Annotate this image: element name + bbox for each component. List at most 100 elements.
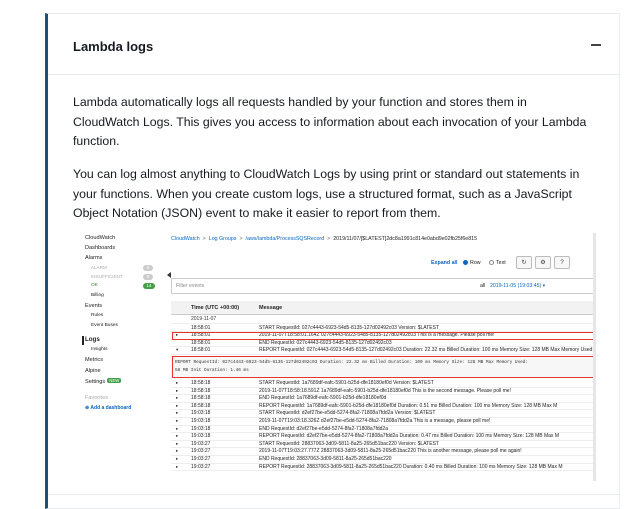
- row-caret-icon: ▸: [176, 448, 179, 454]
- row-caret-icon: ▸: [176, 402, 179, 408]
- row-time: 19:03:18: [191, 425, 211, 432]
- text-radio-dot: [489, 260, 494, 265]
- row-message: 2019-11-07T18:58:18.591Z 1a7689df-eafc-5…: [259, 387, 511, 394]
- row-time: 19:03:18: [191, 433, 211, 440]
- console-sidebar: CloudWatch Dashboards Alarms ALARM 0 INS…: [81, 233, 161, 481]
- row-caret-icon: ▸: [176, 456, 179, 461]
- row-message: START RequestId: d2ef27be-e5dd-5274-8fa2…: [259, 410, 436, 417]
- nav-metrics: Metrics: [85, 357, 104, 363]
- filter-all-label: all: [480, 283, 486, 289]
- row-message: REPORT RequestId: 28837063-3d09-5811-8a2…: [259, 463, 563, 470]
- row-caret-icon: ▸: [176, 387, 179, 393]
- date-row: 2019-11-07: [171, 316, 596, 324]
- nav-billing: Billing: [91, 293, 104, 298]
- nav-events: Events: [85, 303, 103, 309]
- row-message: REPORT RequestId: 1a7689df-eafc-5901-b25…: [259, 402, 558, 409]
- row-message: 2019-11-07T19:03:18.326Z d2ef27be-e5dd-5…: [259, 418, 491, 424]
- text-radio-label: Text: [496, 260, 506, 266]
- row-time: 19:03:27: [191, 456, 211, 462]
- row-caret-icon: ▸: [176, 395, 179, 401]
- nav-insufficient: INSUFFICIENT: [91, 274, 123, 279]
- expand-all-link: Expand all: [431, 260, 458, 266]
- table-row: ▸ 18:58:18 END RequestId: 1a7689df-eafc-59…: [171, 395, 596, 403]
- row-time: 18:58:01: [191, 324, 211, 331]
- row-radio: Row: [463, 260, 481, 266]
- table-row: ▸ 19:03:18 REPORT RequestId: d2ef27be-e5dd…: [171, 433, 596, 441]
- table-row: ▸ 19:03:18 START RequestId: d2ef27be-e5dd-…: [171, 410, 596, 418]
- row-message: START RequestId: 027c4443-6923-54d5-8135…: [259, 324, 440, 331]
- row-caret-icon: ▸: [176, 425, 179, 431]
- row-message: END RequestId: 1a7689df-eafc-5901-b25d-d…: [259, 395, 387, 402]
- nav-event-buses: Event Buses: [91, 323, 118, 328]
- row-message: START RequestId: 28837063-3d09-5811-8a25…: [259, 440, 439, 447]
- console-main: CloudWatch > Log Groups >/aws/lambda/Proces…: [171, 233, 596, 481]
- row-time: 19:03:27: [191, 463, 211, 470]
- filter-events-placeholder: Filter events: [176, 283, 205, 289]
- active-nav-indicator: [82, 336, 84, 345]
- gear-icon: ⚙: [535, 256, 551, 269]
- filter-date-selector: 2019-11-05 (19:03:45) ▾: [490, 283, 546, 289]
- collapse-icon[interactable]: [591, 44, 601, 46]
- bottom-divider: [48, 494, 619, 495]
- table-row: ▸ 18:58:18 START RequestId: 1a7689df-eafc-…: [171, 380, 596, 388]
- crumb-log-groups: Log Groups: [208, 236, 237, 242]
- row-caret-icon: ▸: [176, 433, 179, 439]
- nav-cloudwatch: CloudWatch: [85, 235, 116, 241]
- cloudwatch-console-screenshot: CloudWatch Dashboards Alarms ALARM 0 INS…: [81, 233, 596, 481]
- nav-settings: Settings NEW: [85, 378, 122, 385]
- alarm-count-badge: 0: [143, 265, 153, 271]
- row-time: 19:03:18: [191, 418, 211, 424]
- nav-dashboards: Dashboards: [85, 245, 116, 251]
- detail-highlight-box: [172, 356, 595, 378]
- lambda-logs-card: Lambda logs Lambda automatically logs al…: [45, 13, 620, 509]
- row-caret-icon: ▸: [176, 440, 179, 446]
- row-radio-label: Row: [470, 260, 481, 266]
- nav-favorites: Favorites: [85, 395, 109, 401]
- row-time: 19:03:27: [191, 448, 211, 455]
- row-message: END RequestId: 28837063-3d09-5811-8a25-2…: [259, 456, 392, 462]
- row-time: 18:58:01: [191, 347, 211, 354]
- nav-add-dashboard: ⊕ Add a dashboard: [85, 405, 132, 411]
- row-caret-icon: ▸: [176, 463, 179, 469]
- console-toolbar: Expand all Row Text ↻ ⚙ ?: [171, 255, 596, 273]
- console-breadcrumb: CloudWatch > Log Groups >/aws/lambda/Proces…: [171, 236, 478, 242]
- row-caret-icon: ▸: [176, 418, 179, 423]
- nav-alarms: Alarms: [85, 255, 103, 261]
- row-time: 18:58:18: [191, 387, 211, 394]
- refresh-icon: ↻: [516, 256, 532, 269]
- row-time: 18:58:18: [191, 402, 211, 409]
- row-caret-icon: ▸: [176, 380, 179, 385]
- row-time: 18:58:18: [191, 380, 211, 386]
- table-row: ▾ 18:58:01 REPORT RequestId: 027c4443-6923…: [171, 347, 596, 355]
- row-caret-icon: ▸: [176, 410, 179, 416]
- nav-rules: Rules: [91, 313, 104, 318]
- nav-alpine: Alpine: [85, 368, 101, 374]
- row-message: REPORT RequestId: d2ef27be-e5dd-5274-8fa…: [259, 433, 559, 440]
- filter-events-bar: Filter events all 2019-11-05 (19:03:45) …: [171, 278, 596, 294]
- row-time: 19:03:27: [191, 440, 211, 447]
- table-row: ▸ 18:58:18 REPORT RequestId: 1a7689df-eafc…: [171, 403, 596, 411]
- ok-count-badge: 14: [143, 283, 155, 289]
- intro-paragraph: Lambda automatically logs all requests h…: [73, 95, 587, 148]
- logging-paragraph: You can log almost anything to CloudWatc…: [73, 167, 580, 220]
- table-row: ▸ 19:03:27 START RequestId: 28837063-3d09-…: [171, 441, 596, 449]
- crumb-log-stream: 2019/11/07/[$LATEST]2dc8a1991c814e0abd9e…: [333, 236, 478, 242]
- nav-settings-label: Settings: [85, 379, 106, 385]
- crumb-cloudwatch: CloudWatch: [171, 236, 200, 242]
- card-header[interactable]: Lambda logs: [73, 38, 601, 58]
- table-row: ▸ 19:03:27 END RequestId: 28837063-3d09-58…: [171, 456, 596, 464]
- row-radio-dot: [463, 260, 468, 265]
- nav-ok: OK: [91, 283, 98, 288]
- row-message: 2019-11-07T19:03:27.777Z 28837063-3d09-5…: [259, 448, 522, 455]
- new-badge: NEW: [107, 378, 122, 383]
- scrollbar: [593, 233, 596, 481]
- insufficient-count-badge: 0: [143, 274, 153, 280]
- row-message: START RequestId: 1a7689df-eafc-5901-b25d…: [259, 380, 434, 386]
- add-dashboard-label: Add a dashboard: [90, 405, 132, 411]
- help-icon: ?: [554, 256, 570, 269]
- date-row-label: 2019-11-07: [191, 316, 217, 322]
- row-time: 19:03:18: [191, 410, 211, 417]
- table-row: 18:58:01 END RequestId: 027c4443-6923-54d…: [171, 340, 596, 348]
- crumb-log-group: /aws/lambda/ProcessSQSRecord: [245, 236, 325, 242]
- table-row: ▸ 19:03:27 REPORT RequestId: 28837063-3d09…: [171, 464, 596, 472]
